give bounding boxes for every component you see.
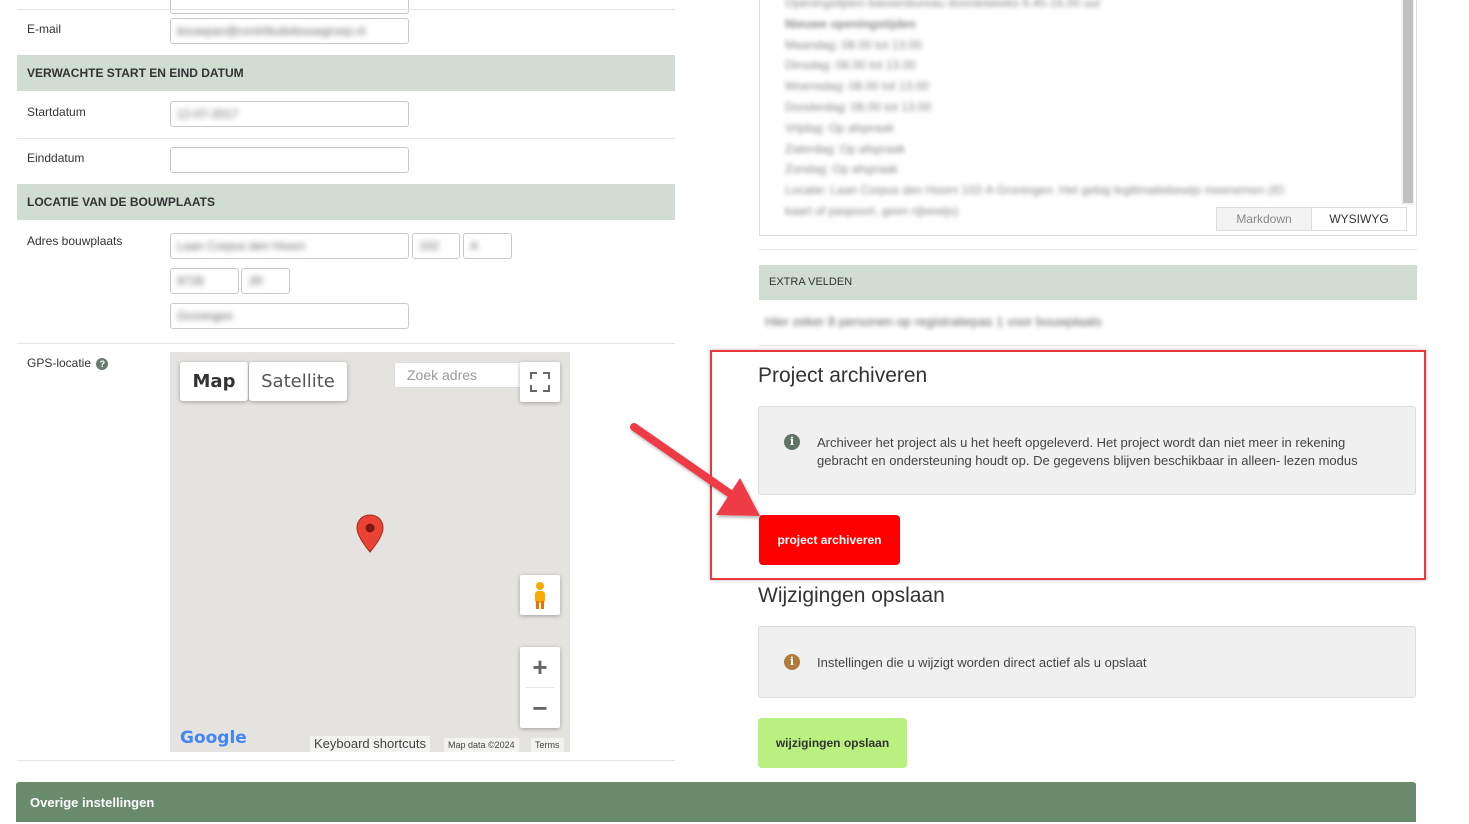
description-line: kaart of paspoort, geen rijbewijs) (785, 204, 959, 218)
map-search-input[interactable]: Zoek adres (394, 362, 524, 388)
postcode-suffix-field[interactable]: JR (241, 268, 290, 294)
end-date-label: Einddatum (27, 151, 85, 165)
description-line: Nieuwe openingstijden (785, 16, 916, 31)
description-line: Zondag: Op afspraak (785, 162, 898, 177)
annotation-arrow-icon (630, 423, 760, 516)
info-icon: i (784, 654, 800, 670)
description-line: Zaterdag: Op afspraak (785, 141, 906, 156)
top-field-partial[interactable] (170, 0, 409, 14)
map-tab-map[interactable]: Map (180, 362, 248, 401)
address-label: Adres bouwplaats (27, 234, 123, 248)
save-changes-button[interactable]: wijzigingen opslaan (758, 718, 907, 768)
help-icon[interactable]: ? (96, 357, 109, 370)
divider (759, 249, 1417, 250)
description-editor[interactable] (759, 0, 1417, 236)
email-label: E-mail (27, 22, 62, 36)
start-date-label: Startdatum (27, 105, 86, 119)
description-line: Openingstijden bassenbureau doordeweeks … (785, 0, 1101, 10)
postcode-value: 9728 (177, 274, 204, 288)
description-line: Dinsdag: 08.00 tot 13.00 (785, 58, 916, 73)
save-info-box: i Instellingen die u wijzigt worden dire… (758, 626, 1416, 698)
google-logo-text: Google (180, 728, 247, 748)
other-settings-header[interactable]: Overige instellingen (16, 782, 1416, 822)
house-addition-value: A (470, 239, 479, 253)
end-date-field[interactable] (170, 147, 409, 173)
highlight-box (710, 350, 1426, 580)
start-date-value: 12-07-2017 (177, 107, 239, 121)
street-value: Laan Corpus den Hoorn (177, 239, 306, 253)
city-value: Groningen (177, 309, 234, 323)
description-line: Donderdag: 08.00 tot 13.00 (785, 100, 932, 114)
zoom-in-button[interactable]: + (520, 647, 560, 687)
fullscreen-icon[interactable] (520, 362, 560, 402)
map-data-text: Map data ©2024 (444, 738, 519, 752)
street-field[interactable]: Laan Corpus den Hoorn (170, 233, 409, 259)
gps-label-row: GPS-locatie ? (27, 356, 109, 370)
section-dates-header: VERWACHTE START EN EIND DATUM (17, 55, 675, 91)
map-tab-satellite[interactable]: Satellite (249, 362, 347, 401)
start-date-field[interactable]: 12-07-2017 (170, 101, 409, 127)
section-location-header: LOCATIE VAN DE BOUWPLAATS (17, 184, 675, 220)
email-value: bouwpan@contributiebouwgroep.nl (177, 24, 366, 38)
description-line: Maandag: 08.00 tot 13.00 (785, 37, 922, 52)
divider (17, 760, 675, 761)
city-field[interactable]: Groningen (170, 303, 409, 329)
extra-fields-value: Hier zeker 8 personen op registratiepas … (765, 314, 1102, 329)
tab-wysiwyg[interactable]: WYSIWYG (1311, 207, 1407, 231)
gps-label: GPS-locatie (27, 356, 92, 370)
map-pin-icon (356, 514, 384, 559)
zoom-out-button[interactable]: − (520, 688, 560, 728)
zoom-control: + − (520, 647, 560, 728)
house-number-field[interactable]: 102 (412, 233, 460, 259)
description-line: Woensdag: 08.00 tot 13.00 (785, 79, 929, 94)
divider (759, 345, 1417, 346)
house-addition-field[interactable]: A (463, 233, 512, 259)
save-info-text: Instellingen die u wijzigt worden direct… (817, 655, 1147, 670)
tab-markdown[interactable]: Markdown (1216, 207, 1312, 231)
terms-link[interactable]: Terms (531, 738, 564, 752)
email-field[interactable]: bouwpan@contributiebouwgroep.nl (170, 18, 409, 44)
description-line: Vrijdag: Op afspraak (785, 120, 894, 135)
house-number-value: 102 (419, 239, 440, 253)
editor-scrollbar-thumb[interactable] (1403, 0, 1413, 203)
postcode-field[interactable]: 9728 (170, 268, 239, 294)
divider (17, 343, 675, 344)
divider (17, 9, 675, 10)
street-view-pegman-icon[interactable] (520, 575, 560, 615)
keyboard-shortcuts-link[interactable]: Keyboard shortcuts (310, 736, 431, 752)
divider (17, 138, 675, 139)
save-title: Wijzigingen opslaan (758, 584, 945, 607)
extra-fields-header: EXTRA VELDEN (759, 265, 1417, 300)
google-logo: Google (180, 728, 247, 748)
description-line: Locatie: Laan Corpus den Hoorn 102-A Gro… (785, 183, 1284, 198)
map-widget[interactable]: Map Satellite Zoek adres + − Google Keyb… (170, 352, 570, 752)
postcode-suffix-value: JR (248, 274, 263, 288)
